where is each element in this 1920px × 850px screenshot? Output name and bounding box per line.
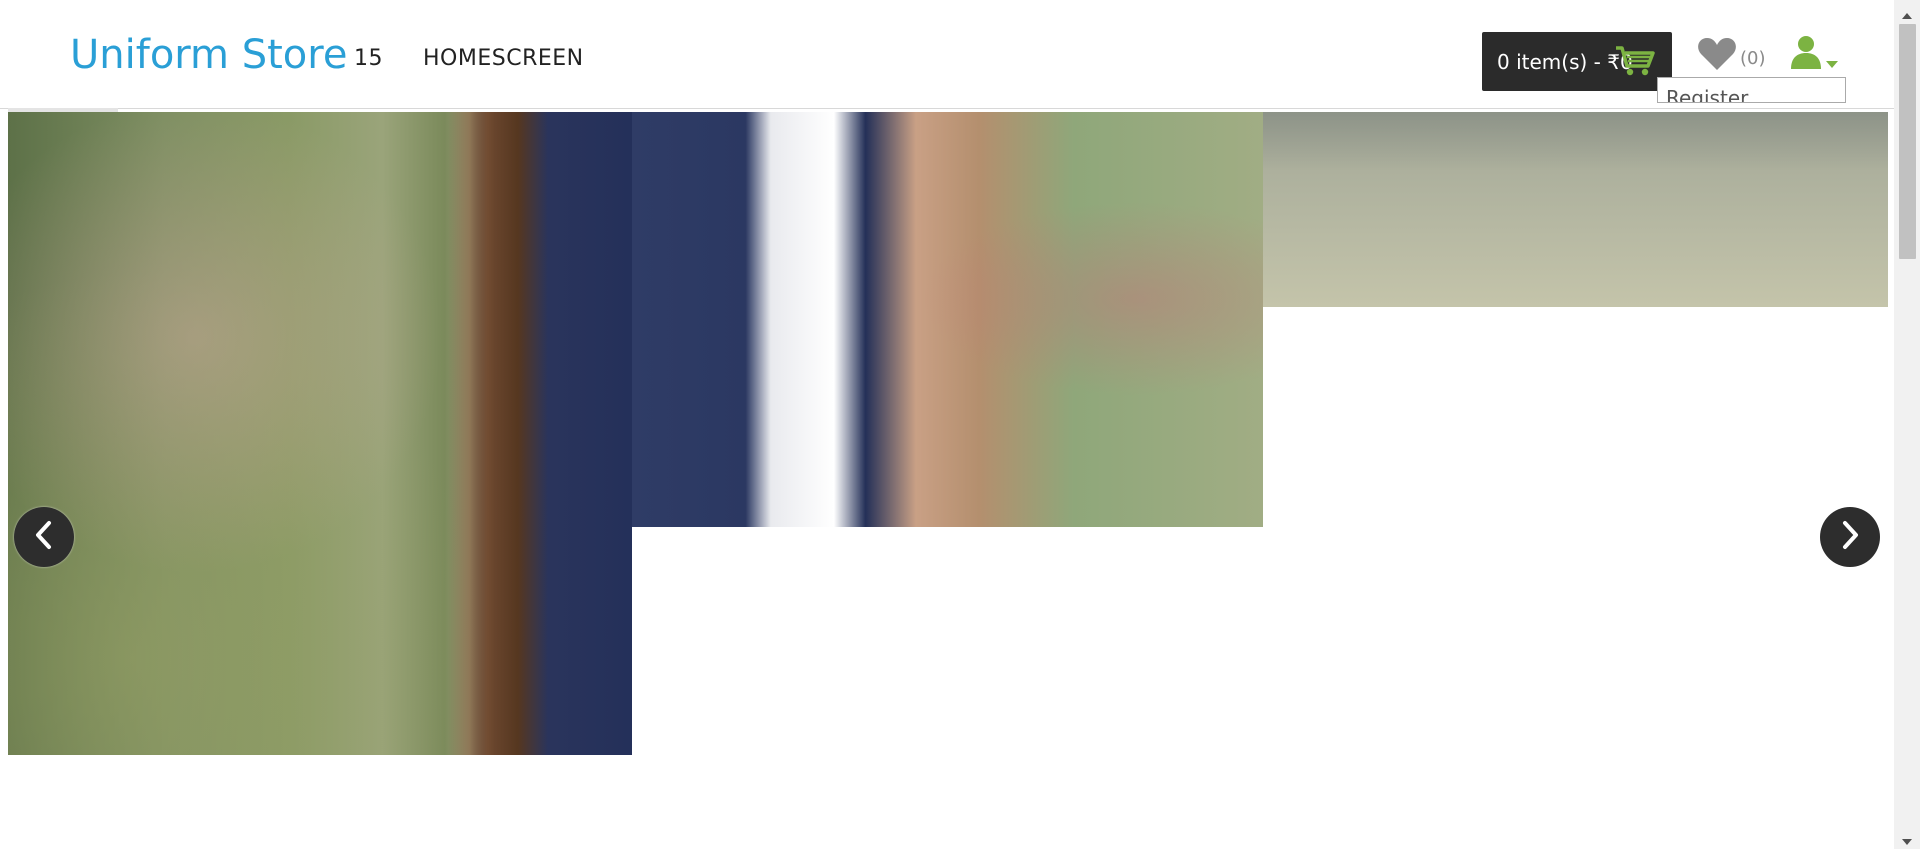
cart-summary: 0 item(s) - ₹0 [1497,49,1633,74]
shopping-cart-icon [1614,44,1656,83]
slider-image-right [1263,112,1888,307]
image-blur-overlay [632,112,1263,527]
user-icon[interactable] [1790,34,1822,75]
store-logo[interactable]: Uniform Store [70,32,347,78]
page-scrollbar[interactable] [1894,0,1920,849]
slider-next-button[interactable] [1820,507,1880,567]
scroll-up-arrow-icon[interactable] [1902,6,1912,24]
chevron-right-icon [1838,520,1862,555]
heart-icon[interactable] [1697,36,1737,77]
slider-prev-button[interactable] [14,507,74,567]
scroll-down-arrow-icon[interactable] [1902,832,1912,850]
image-detail [448,112,548,755]
nav-item-homescreen[interactable]: HOMESCREEN [423,46,584,71]
register-link[interactable]: Register [1666,86,1748,102]
nav-item-15[interactable]: 15 [354,46,383,71]
account-dropdown-menu: Register [1657,77,1846,103]
cart-button[interactable]: 0 item(s) - ₹0 [1482,32,1672,91]
caret-down-icon[interactable] [1826,56,1838,74]
scrollbar-thumb[interactable] [1899,24,1916,259]
site-header: Uniform Store 15 HOMESCREEN 0 item(s) - … [0,0,1894,109]
chevron-left-icon [32,520,56,555]
slider-image-left [8,112,632,755]
image-blur-overlay [1263,112,1888,307]
slider-image-middle [632,112,1263,527]
wishlist-count[interactable]: (0) [1740,48,1766,69]
